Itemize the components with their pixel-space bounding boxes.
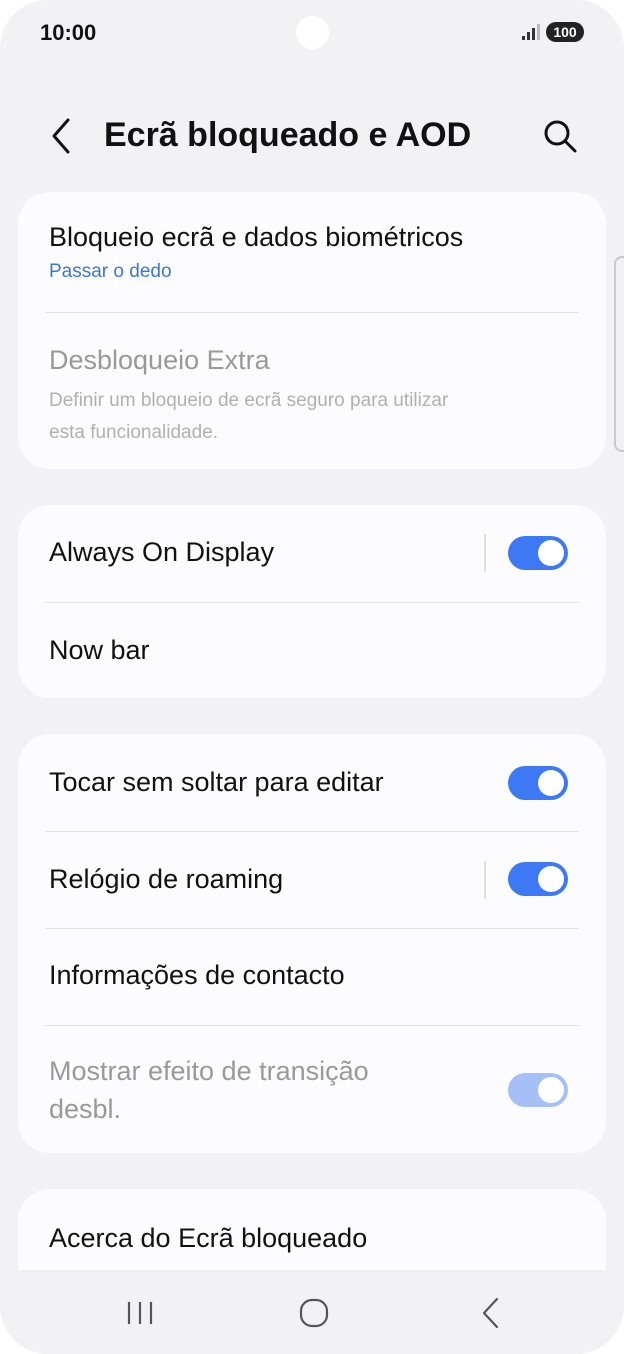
extra-unlock-subtitle-line1: Definir um bloqueio de ecrã seguro para … xyxy=(49,390,449,411)
extra-unlock-title: Desbloqueio Extra xyxy=(49,345,270,375)
about-lock-screen-item[interactable]: Acerca do Ecrã bloqueado xyxy=(18,1189,606,1270)
status-bar: 10:00 100 xyxy=(0,0,624,64)
roaming-clock-item[interactable]: Relógio de roaming xyxy=(18,832,606,928)
search-button[interactable] xyxy=(540,116,580,156)
unlock-transition-title-line2: desbl. xyxy=(49,1094,122,1124)
back-button[interactable] xyxy=(44,114,80,158)
signal-icon xyxy=(522,24,542,40)
contact-info-title: Informações de contacto xyxy=(49,960,345,990)
nav-back-icon xyxy=(482,1297,499,1329)
unlock-transition-toggle[interactable] xyxy=(508,1073,568,1107)
roaming-clock-title: Relógio de roaming xyxy=(49,864,284,894)
always-on-display-item[interactable]: Always On Display xyxy=(18,505,606,602)
extra-unlock-item[interactable]: Desbloqueio Extra Definir um bloqueio de… xyxy=(18,313,606,469)
nav-back-button[interactable] xyxy=(460,1288,520,1338)
contact-info-item[interactable]: Informações de contacto xyxy=(18,929,606,1025)
now-bar-item[interactable]: Now bar xyxy=(18,603,606,698)
unlock-transition-item[interactable]: Mostrar efeito de transição desbl. xyxy=(18,1026,606,1153)
vertical-separator xyxy=(484,861,486,899)
always-on-display-title: Always On Display xyxy=(49,537,275,567)
recents-button[interactable] xyxy=(110,1288,170,1338)
always-on-display-toggle[interactable] xyxy=(508,536,568,570)
touch-hold-edit-item[interactable]: Tocar sem soltar para editar xyxy=(18,734,606,831)
vertical-separator xyxy=(484,534,486,572)
home-button[interactable] xyxy=(284,1288,344,1338)
display-card: Always On Display Now bar xyxy=(18,505,606,698)
options-card: Tocar sem soltar para editar Relógio de … xyxy=(18,734,606,1153)
chevron-left-icon xyxy=(52,118,70,154)
recents-icon xyxy=(127,1302,153,1324)
navigation-bar xyxy=(0,1270,624,1354)
touch-hold-edit-toggle[interactable] xyxy=(508,766,568,800)
extra-unlock-subtitle: Definir um bloqueio de ecrã seguro para … xyxy=(49,385,448,449)
front-camera xyxy=(296,16,329,49)
now-bar-title: Now bar xyxy=(49,635,150,665)
home-icon xyxy=(299,1298,329,1328)
battery-icon: 100 xyxy=(546,22,584,42)
lock-screen-biometrics-item[interactable]: Bloqueio ecrã e dados biométricos Passar… xyxy=(18,192,606,312)
about-card: Acerca do Ecrã bloqueado xyxy=(18,1189,606,1270)
touch-hold-edit-title: Tocar sem soltar para editar xyxy=(49,767,384,797)
about-lock-screen-title: Acerca do Ecrã bloqueado xyxy=(49,1223,368,1253)
app-header: Ecrã bloqueado e AOD xyxy=(0,100,624,172)
lock-screen-subtitle: Passar o dedo xyxy=(49,261,172,282)
search-icon xyxy=(544,120,577,153)
lock-screen-title: Bloqueio ecrã e dados biométricos xyxy=(49,222,464,252)
scroll-indicator[interactable] xyxy=(614,256,624,452)
roaming-clock-toggle[interactable] xyxy=(508,862,568,896)
security-card: Bloqueio ecrã e dados biométricos Passar… xyxy=(18,192,606,469)
page-title: Ecrã bloqueado e AOD xyxy=(104,116,472,154)
extra-unlock-subtitle-line2: esta funcionalidade. xyxy=(49,422,219,443)
status-time: 10:00 xyxy=(40,20,97,45)
unlock-transition-title-line1: Mostrar efeito de transição xyxy=(49,1056,369,1086)
unlock-transition-title: Mostrar efeito de transição desbl. xyxy=(49,1052,369,1128)
phone-screen: 10:00 100 Ecrã bloqueado e AOD Bloqueio … xyxy=(0,0,624,1354)
